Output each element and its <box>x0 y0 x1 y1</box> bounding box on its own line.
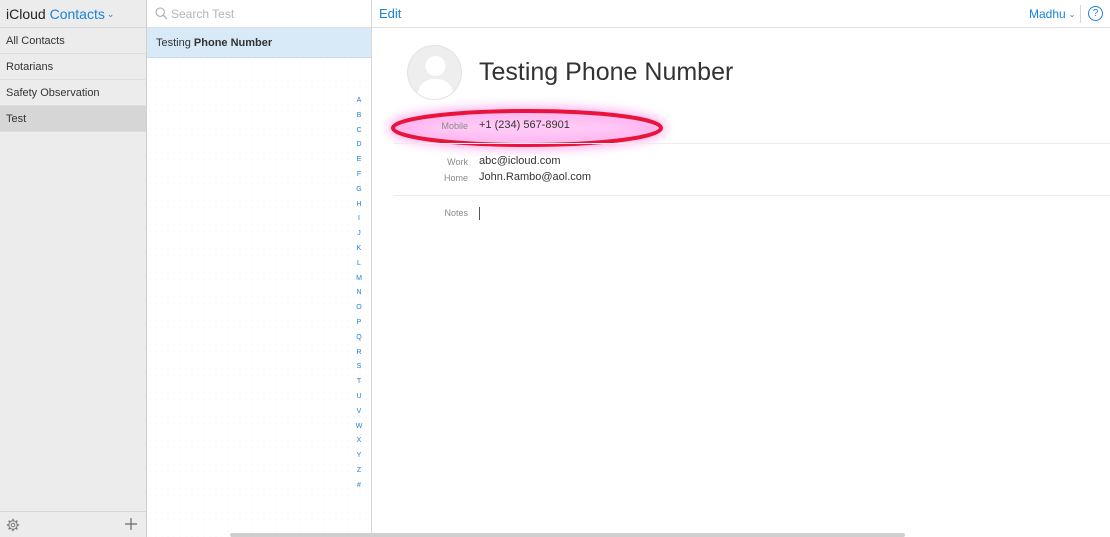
index-letter-y[interactable]: Y <box>351 449 367 464</box>
search-bar <box>147 0 371 28</box>
detail-toolbar: Edit Madhu ⌄ ? <box>372 0 1110 28</box>
help-icon[interactable]: ? <box>1088 6 1103 21</box>
index-letter-h[interactable]: H <box>351 198 367 213</box>
index-letter-n[interactable]: N <box>351 286 367 301</box>
index-letter-p[interactable]: P <box>351 316 367 331</box>
avatar[interactable] <box>407 45 462 100</box>
alphabet-index: A B C D E F G H I J K L M N O P Q R S T U V W X Y Z # <box>351 94 367 494</box>
contacts-app: iCloud Contacts ⌄ All Contacts Rotarians … <box>0 0 1110 537</box>
contact-list-pane: Testing Phone Number ABCDEFGHIJKLMNOPQRS… <box>147 0 372 537</box>
chevron-down-icon: ⌄ <box>1068 10 1076 19</box>
field-label-home: Home <box>443 173 468 183</box>
index-letter-t[interactable]: T <box>351 375 367 390</box>
window-scrollbar[interactable] <box>230 533 905 537</box>
email-value-work[interactable]: abc@icloud.com <box>479 155 560 167</box>
index-letter-b[interactable]: B <box>351 109 367 124</box>
sidebar-header: iCloud Contacts ⌄ <box>0 0 146 28</box>
field-label-work: Work <box>447 157 468 167</box>
user-menu[interactable]: Madhu ⌄ <box>1029 7 1075 21</box>
contact-list-item[interactable]: Testing Phone Number <box>147 28 371 58</box>
group-list: All Contacts Rotarians Safety Observatio… <box>0 28 146 132</box>
edit-button[interactable]: Edit <box>379 6 401 21</box>
group-item-rotarians[interactable]: Rotarians <box>0 54 146 80</box>
index-letter-i[interactable]: I <box>351 212 367 227</box>
index-letter-a[interactable]: A <box>351 94 367 109</box>
index-letter-u[interactable]: U <box>351 390 367 405</box>
index-letter-o[interactable]: O <box>351 301 367 316</box>
search-icon <box>155 7 168 20</box>
index-letter-x[interactable]: X <box>351 434 367 449</box>
index-letter-v[interactable]: V <box>351 405 367 420</box>
index-letter-z[interactable]: Z <box>351 464 367 479</box>
groups-sidebar: iCloud Contacts ⌄ All Contacts Rotarians … <box>0 0 147 537</box>
index-letter-e[interactable]: E <box>351 153 367 168</box>
field-row-work: Work abc@icloud.com <box>372 155 1072 171</box>
toolbar-divider <box>1080 5 1081 23</box>
index-letter-j[interactable]: J <box>351 227 367 242</box>
index-letter-c[interactable]: C <box>351 124 367 139</box>
field-row-notes: Notes <box>372 206 1072 222</box>
group-item-all-contacts[interactable]: All Contacts <box>0 28 146 54</box>
user-name: Madhu <box>1029 7 1066 21</box>
phone-value-mobile[interactable]: +1 (234) 567-8901 <box>479 119 570 131</box>
index-letter-w[interactable]: W <box>351 420 367 435</box>
index-letter-d[interactable]: D <box>351 138 367 153</box>
app-name: iCloud <box>6 6 46 22</box>
notes-text-cursor[interactable] <box>479 207 480 220</box>
index-letter-f[interactable]: F <box>351 168 367 183</box>
index-letter-k[interactable]: K <box>351 242 367 257</box>
email-value-home[interactable]: John.Rambo@aol.com <box>479 171 591 183</box>
gear-icon[interactable] <box>6 518 20 532</box>
group-item-safety-observation[interactable]: Safety Observation <box>0 80 146 106</box>
section-divider <box>394 195 1110 196</box>
index-letter-l[interactable]: L <box>351 257 367 272</box>
index-letter-m[interactable]: M <box>351 272 367 287</box>
app-switcher[interactable]: Contacts ⌄ <box>50 6 115 22</box>
app-section-label: Contacts <box>49 6 105 22</box>
index-letter-hash[interactable]: # <box>351 479 367 494</box>
field-label-notes: Notes <box>444 208 468 218</box>
sidebar-footer <box>0 511 146 537</box>
plus-icon[interactable] <box>124 517 138 531</box>
field-label-mobile: Mobile <box>441 121 468 131</box>
chevron-down-icon: ⌄ <box>106 9 115 19</box>
field-row-mobile: Mobile +1 (234) 567-8901 <box>372 119 1072 135</box>
index-letter-g[interactable]: G <box>351 183 367 198</box>
index-letter-s[interactable]: S <box>351 360 367 375</box>
contact-first-name: Testing <box>156 37 191 49</box>
field-row-home: Home John.Rambo@aol.com <box>372 171 1072 187</box>
index-letter-r[interactable]: R <box>351 346 367 361</box>
contact-detail-pane: Edit Madhu ⌄ ? Testing Phone Number Mobi… <box>372 0 1110 537</box>
search-input[interactable] <box>171 5 361 23</box>
contact-last-name: Phone Number <box>193 37 273 49</box>
group-item-test[interactable]: Test <box>0 106 146 132</box>
avatar-silhouette-icon <box>417 56 454 99</box>
section-divider <box>394 143 1110 144</box>
index-letter-q[interactable]: Q <box>351 331 367 346</box>
contact-name: Testing Phone Number <box>479 58 734 86</box>
